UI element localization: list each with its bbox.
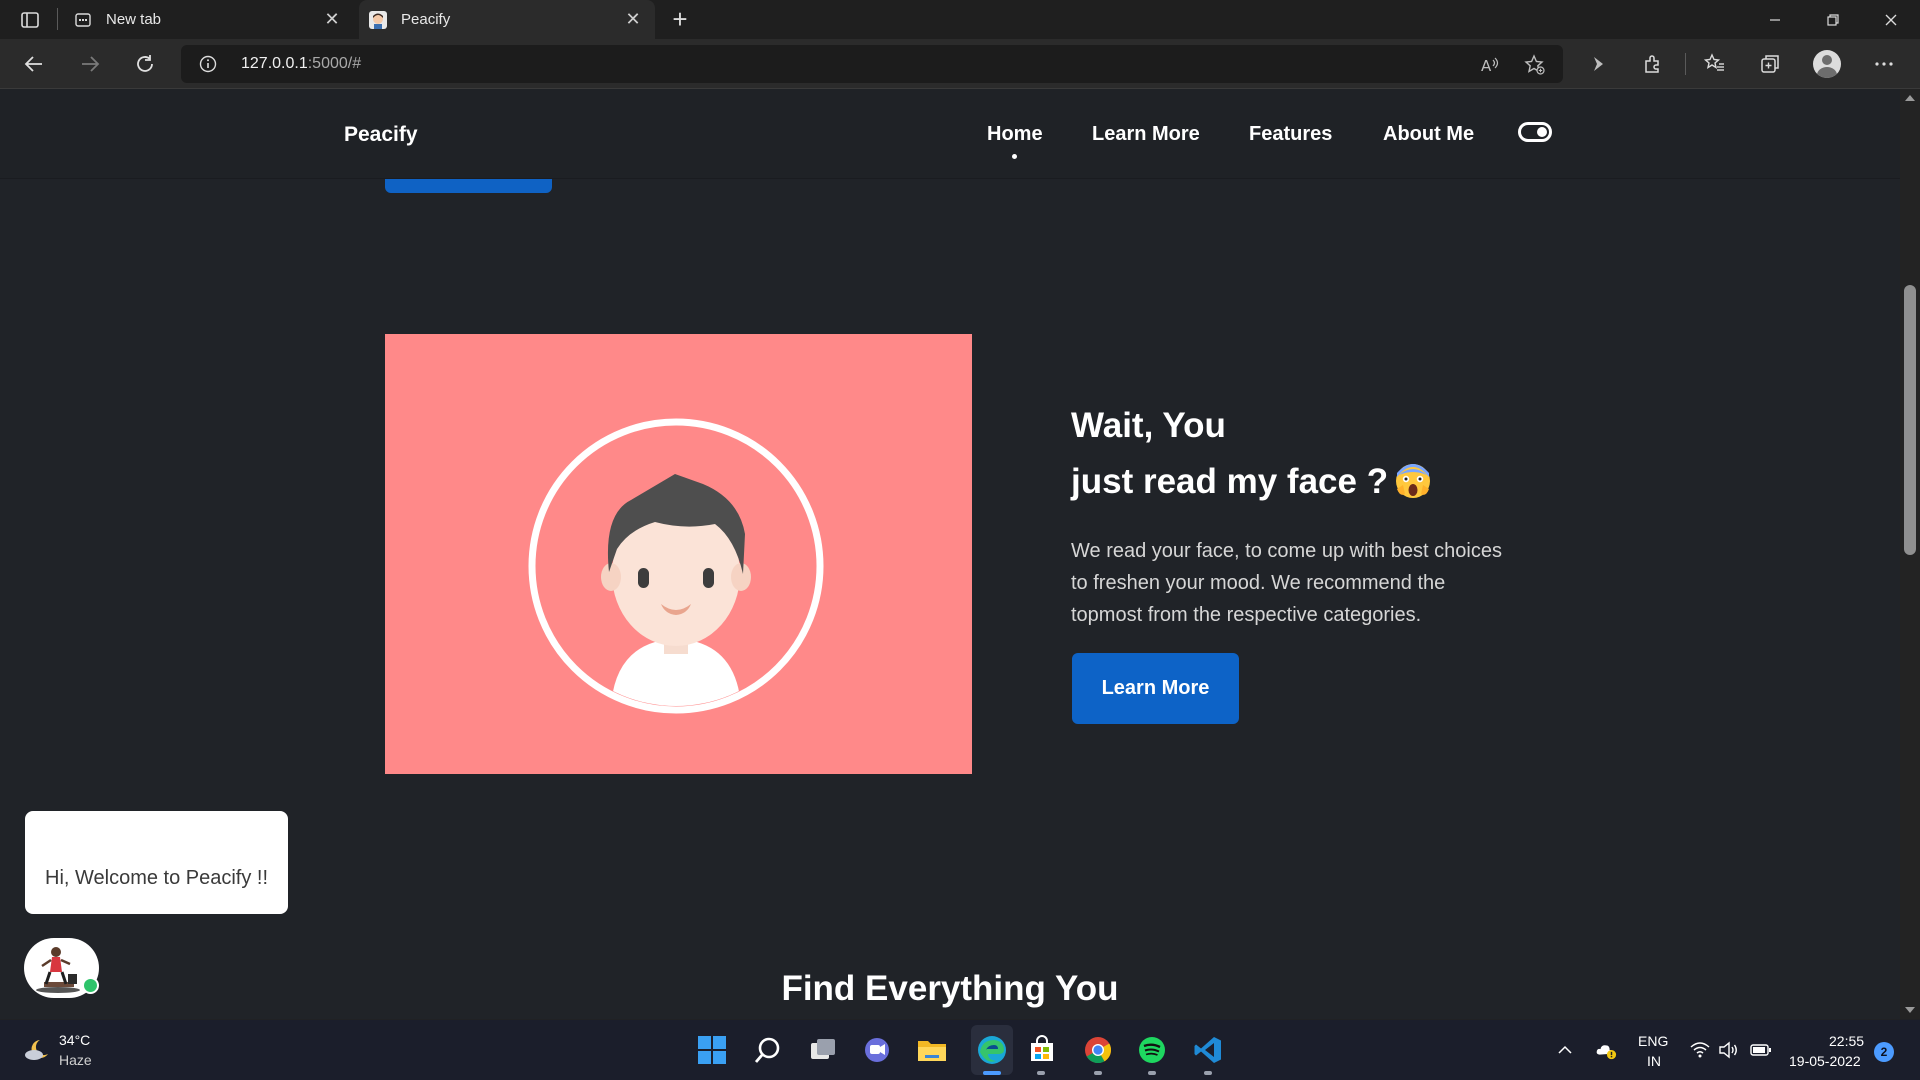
site-brand[interactable]: Peacify xyxy=(344,123,418,147)
spotify-icon[interactable] xyxy=(1135,1033,1169,1067)
language-indicator-line2[interactable]: IN xyxy=(1647,1053,1661,1069)
chat-icon[interactable] xyxy=(860,1033,894,1067)
svg-text:A: A xyxy=(1481,57,1492,75)
vscode-running-indicator xyxy=(1204,1071,1212,1075)
vscode-icon[interactable] xyxy=(1191,1033,1225,1067)
battery-icon[interactable] xyxy=(1750,1039,1772,1061)
browser-tab-bar: New tab ✕ Peacify ✕ + xyxy=(0,0,1920,39)
section-title-text: Find Everything You xyxy=(781,969,1119,1008)
peacify-favicon xyxy=(369,10,387,29)
spotify-running-indicator xyxy=(1148,1071,1156,1075)
chat-welcome-bubble[interactable]: Hi, Welcome to Peacify !! xyxy=(25,811,288,914)
online-status-dot xyxy=(82,977,99,994)
store-running-indicator xyxy=(1037,1071,1045,1075)
chat-message: Hi, Welcome to Peacify !! xyxy=(45,867,269,889)
url-host: 127.0.0.1 xyxy=(241,55,308,72)
extensions-icon[interactable] xyxy=(1638,49,1668,79)
clock-time[interactable]: 22:55 xyxy=(1829,1033,1864,1049)
windows-taskbar: 34°C Haze ENG IN 22:55 19-05-2022 2 xyxy=(0,1020,1920,1080)
favorites-icon[interactable] xyxy=(1700,49,1730,79)
notification-badge[interactable]: 2 xyxy=(1874,1042,1894,1062)
new-tab-button[interactable]: + xyxy=(666,6,694,34)
avatar xyxy=(1813,50,1841,78)
chrome-running-indicator xyxy=(1094,1071,1102,1075)
task-view-icon[interactable] xyxy=(806,1033,840,1067)
refresh-icon[interactable] xyxy=(130,49,160,79)
hero-title: Wait, You just read my face ? xyxy=(1071,398,1432,510)
onedrive-warning-icon[interactable] xyxy=(1595,1039,1617,1061)
url-text: 127.0.0.1:5000/# xyxy=(241,55,361,73)
page-scrollbar[interactable] xyxy=(1900,89,1920,1019)
screen: New tab ✕ Peacify ✕ + 127.0.0.1:5000/# A… xyxy=(0,0,1920,1080)
tab-new-tab[interactable]: New tab ✕ xyxy=(64,0,354,39)
nav-home[interactable]: Home xyxy=(987,123,1043,146)
minimize-button[interactable] xyxy=(1747,0,1803,39)
more-options-icon[interactable] xyxy=(1869,49,1899,79)
weather-description[interactable]: Haze xyxy=(59,1052,92,1068)
language-indicator-line1[interactable]: ENG xyxy=(1638,1033,1668,1049)
hero-title-line2-wrapper: just read my face ? xyxy=(1071,454,1432,510)
extension-arrow-icon[interactable] xyxy=(1583,49,1613,79)
chevron-up-icon[interactable] xyxy=(1554,1039,1576,1061)
collections-icon[interactable] xyxy=(1755,49,1785,79)
tab-peacify[interactable]: Peacify ✕ xyxy=(359,0,655,39)
hero-description: We read your face, to come up with best … xyxy=(1071,540,1502,626)
volume-icon[interactable] xyxy=(1717,1039,1739,1061)
clock-date[interactable]: 19-05-2022 xyxy=(1789,1053,1861,1069)
tab-label: Peacify xyxy=(401,11,451,28)
tab-actions-icon[interactable] xyxy=(20,10,40,30)
browser-toolbar: 127.0.0.1:5000/# A xyxy=(0,39,1920,89)
web-page: Peacify Home Learn More Features About M… xyxy=(0,89,1900,1019)
toggle-knob xyxy=(1537,127,1547,137)
url-path: :5000/# xyxy=(307,55,362,72)
hero-title-line2: just read my face ? xyxy=(1071,462,1389,501)
file-explorer-icon[interactable] xyxy=(915,1033,949,1067)
nav-learn-more[interactable]: Learn More xyxy=(1092,123,1200,146)
chrome-icon[interactable] xyxy=(1081,1033,1115,1067)
address-bar[interactable]: 127.0.0.1:5000/# A xyxy=(181,45,1563,83)
toolbar-separator xyxy=(1685,53,1686,75)
face-illustration xyxy=(385,334,972,774)
add-favorite-icon[interactable] xyxy=(1524,54,1546,76)
partially-scrolled-button[interactable] xyxy=(385,179,552,193)
section-title: Find Everything You xyxy=(0,969,1900,1009)
wifi-icon[interactable] xyxy=(1689,1039,1711,1061)
nav-about-me[interactable]: About Me xyxy=(1383,123,1474,146)
face-screaming-in-fear-emoji-icon xyxy=(1394,460,1432,498)
site-info-icon[interactable] xyxy=(199,55,217,73)
weather-temperature[interactable]: 34°C xyxy=(59,1032,90,1048)
close-tab-icon[interactable]: ✕ xyxy=(621,8,645,32)
scroll-up-icon[interactable] xyxy=(1905,95,1915,101)
edge-active-indicator xyxy=(983,1071,1001,1075)
tab-separator xyxy=(57,8,58,30)
read-aloud-icon[interactable]: A xyxy=(1479,54,1501,76)
close-window-button[interactable] xyxy=(1863,0,1919,39)
restore-button[interactable] xyxy=(1805,0,1861,39)
start-icon[interactable] xyxy=(695,1033,729,1067)
hero-title-line1: Wait, You xyxy=(1071,406,1226,445)
theme-toggle[interactable] xyxy=(1518,122,1552,142)
new-tab-page-icon xyxy=(74,11,92,29)
search-icon[interactable] xyxy=(751,1033,785,1067)
close-tab-icon[interactable]: ✕ xyxy=(320,8,344,32)
forward-icon[interactable] xyxy=(75,49,105,79)
tab-label: New tab xyxy=(106,11,162,28)
weather-haze-icon[interactable] xyxy=(22,1034,52,1064)
scrollbar-thumb[interactable] xyxy=(1904,285,1916,555)
scroll-down-icon[interactable] xyxy=(1905,1007,1915,1013)
profile-avatar[interactable] xyxy=(1812,49,1842,79)
store-icon[interactable] xyxy=(1025,1033,1059,1067)
edge-icon[interactable] xyxy=(975,1033,1009,1067)
learn-more-button[interactable]: Learn More xyxy=(1072,653,1239,724)
active-nav-indicator xyxy=(1012,154,1017,159)
nav-features[interactable]: Features xyxy=(1249,123,1332,146)
back-icon[interactable] xyxy=(19,49,49,79)
site-header: Peacify Home Learn More Features About M… xyxy=(0,89,1900,179)
